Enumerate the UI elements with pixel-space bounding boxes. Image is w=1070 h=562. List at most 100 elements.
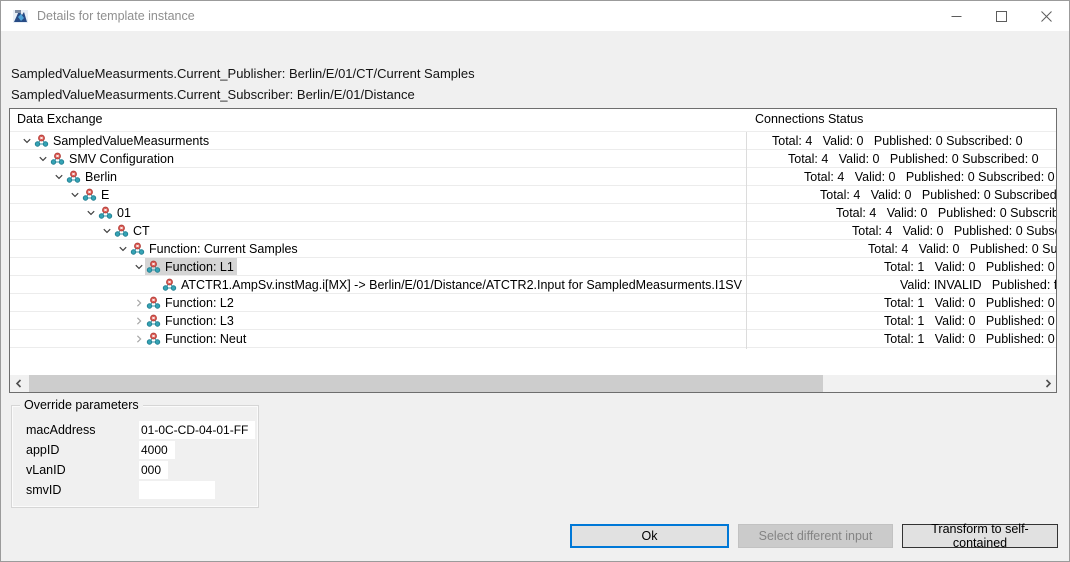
scroll-right-button[interactable] [1039,375,1056,392]
tree-cell: Function: L3 [10,312,868,329]
chevron-down-icon[interactable] [100,224,113,237]
tree-header: Data Exchange Connections Status [10,109,1056,132]
tree-cell: ATCTR1.AmpSv.instMag.i[MX] -> Berlin/E/0… [10,276,884,293]
tree-node-label: CT [133,224,150,238]
chevron-right-icon[interactable] [132,332,145,345]
tree-node[interactable]: CT [113,222,153,239]
tree-row[interactable]: Berlin Total: 4 Valid: 0 Published: 0 Sub… [10,168,1056,186]
node-icon [66,170,81,184]
tree-cell: SampledValueMeasurments [10,132,756,149]
connection-status: Total: 4 Valid: 0 Published: 0 Subscribe… [772,152,1039,166]
connection-status: Valid: INVALID Published: false Subscrib… [884,278,1056,292]
tree-cell: Function: Current Samples [10,240,852,257]
transform-to-self-contained-button[interactable]: Transform to self-contained [902,524,1058,548]
tree-row[interactable]: Function: L2 Total: 1 Valid: 0 Published:… [10,294,1056,312]
node-icon [82,188,97,202]
tree-node[interactable]: Function: L3 [145,312,237,329]
chevron-right-icon[interactable] [132,314,145,327]
maximize-button[interactable] [979,1,1024,31]
tree-node[interactable]: Berlin [65,168,120,185]
ok-button[interactable]: Ok [570,524,729,548]
chevron-right-icon[interactable] [132,296,145,309]
connection-status: Total: 4 Valid: 0 Published: 0 Subscribe… [852,242,1056,256]
connection-status: Total: 4 Valid: 0 Published: 0 Subscribe… [820,206,1056,220]
selected-tree-node[interactable]: Function: L1 [145,258,237,275]
node-icon [146,332,161,346]
tree-node[interactable]: Function: Neut [145,330,249,347]
tree-node[interactable]: E [81,186,112,203]
close-icon [1041,11,1052,22]
tree-node[interactable]: ATCTR1.AmpSv.instMag.i[MX] -> Berlin/E/0… [161,276,745,293]
tree-node-label: Function: Neut [165,332,246,346]
tree-body: SampledValueMeasurments Total: 4 Valid: 0… [10,132,1056,359]
smvid-label: smvID [26,483,139,497]
tree-cell: Function: Neut [10,330,868,347]
app-icon [12,8,29,24]
tree-node[interactable]: SampledValueMeasurments [33,132,212,149]
tree-node[interactable]: Function: Current Samples [129,240,301,257]
connection-status: Total: 4 Valid: 0 Published: 0 Subscribe… [836,224,1056,238]
data-exchange-tree: Data Exchange Connections Status Sampled… [9,108,1057,393]
column-header-data-exchange[interactable]: Data Exchange [17,112,102,126]
minimize-button[interactable] [934,1,979,31]
vlanid-field[interactable] [139,461,168,479]
tree-node-label: E [101,188,109,202]
field-row: smvID [26,480,250,500]
tree-row[interactable]: ETotal: 4 Valid: 0 Published: 0 Subscrib… [10,186,1056,204]
tree-row[interactable]: Function: L1Total: 1 Valid: 0 Published:… [10,258,1056,276]
tree-node-label: Function: L3 [165,314,234,328]
chevron-left-icon [15,379,23,388]
tree-row[interactable]: Function: Neut Total: 1 Valid: 0 Publishe… [10,330,1056,348]
close-button[interactable] [1024,1,1069,31]
node-icon [162,278,177,292]
appid-field[interactable] [139,441,175,459]
tree-node-label: Function: L2 [165,296,234,310]
tree-row[interactable]: SampledValueMeasurmentsTotal: 4 Valid: 0… [10,132,1056,150]
connection-status: Total: 4 Valid: 0 Published: 0 Subscribe… [788,170,1055,184]
tree-node-label: SMV Configuration [69,152,174,166]
connection-status: Total: 1 Valid: 0 Published: 0 Subscribe… [868,314,1056,328]
tree-node[interactable]: 01 [97,204,134,221]
connection-status: Total: 1 Valid: 0 Published: 0 Subscribe… [868,332,1056,346]
chevron-down-icon[interactable] [132,260,145,273]
chevron-down-icon[interactable] [20,134,33,147]
chevron-down-icon[interactable] [68,188,81,201]
window-title: Details for template instance [37,9,195,23]
field-row: macAddress [26,420,250,440]
scrollbar-thumb[interactable] [29,375,823,392]
field-row: vLanID [26,460,250,480]
chevron-down-icon[interactable] [116,242,129,255]
scroll-left-button[interactable] [10,375,27,392]
macaddress-field[interactable] [139,421,255,439]
node-icon [34,134,49,148]
column-header-connections-status[interactable]: Connections Status [755,112,863,126]
tree-row[interactable]: SMV Configuration Total: 4 Valid: 0 Publi… [10,150,1056,168]
connection-status: Total: 1 Valid: 0 Published: 0 Subscribe… [868,296,1056,310]
tree-cell: Berlin [10,168,788,185]
node-icon [50,152,65,166]
column-divider [746,132,747,349]
node-icon [146,314,161,328]
publisher-line: SampledValueMeasurments.Current_Publishe… [11,66,475,81]
tree-node[interactable]: SMV Configuration [49,150,177,167]
tree-row[interactable]: 01 Total: 4 Valid: 0 Published: 0 Subscri… [10,204,1056,222]
tree-node-label: Function: Current Samples [149,242,298,256]
smvid-field[interactable] [139,481,215,499]
chevron-down-icon[interactable] [84,206,97,219]
minimize-icon [951,11,962,22]
macaddress-label: macAddress [26,423,139,437]
tree-node-label: Berlin [85,170,117,184]
vlanid-label: vLanID [26,463,139,477]
tree-row[interactable]: Function: L3 Total: 1 Valid: 0 Published:… [10,312,1056,330]
chevron-down-icon[interactable] [52,170,65,183]
tree-node[interactable]: Function: L2 [145,294,237,311]
tree-node-label: ATCTR1.AmpSv.instMag.i[MX] -> Berlin/E/0… [181,278,742,292]
tree-row[interactable]: Function: Current Samples Total: 4 Valid:… [10,240,1056,258]
tree-node-label: 01 [117,206,131,220]
chevron-down-icon[interactable] [36,152,49,165]
node-icon [146,260,161,274]
horizontal-scrollbar[interactable] [10,375,1056,392]
subscriber-line: SampledValueMeasurments.Current_Subscrib… [11,87,415,102]
tree-row[interactable]: CT Total: 4 Valid: 0 Published: 0 Subscri… [10,222,1056,240]
tree-row[interactable]: ATCTR1.AmpSv.instMag.i[MX] -> Berlin/E/0… [10,276,1056,294]
